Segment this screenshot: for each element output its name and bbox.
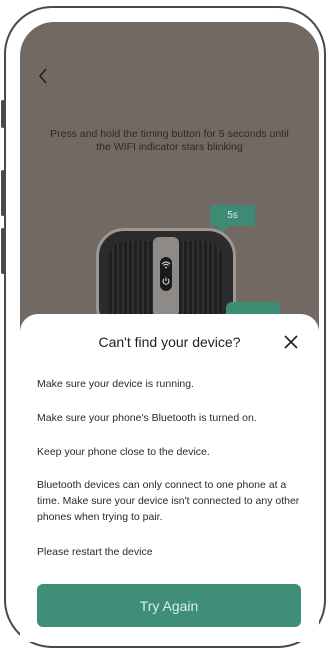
timer-badge: 5s [210, 205, 255, 226]
timing-button [160, 257, 172, 291]
side-button [1, 100, 5, 128]
tip-phone-close: Keep your phone close to the device. [37, 446, 210, 458]
side-button [1, 228, 5, 274]
side-button [1, 170, 5, 216]
tip-bluetooth-on: Make sure your phone's Bluetooth is turn… [37, 412, 257, 424]
cant-find-device-sheet: Can't find your device? Make sure your d… [20, 314, 319, 642]
try-again-button[interactable]: Try Again [37, 584, 301, 627]
pairing-instruction: Press and hold the timing button for 5 s… [50, 128, 289, 153]
device-illustration [96, 228, 236, 328]
sheet-title: Can't find your device? [98, 334, 241, 350]
tip-restart-device: Please restart the device [37, 546, 153, 558]
back-button[interactable] [38, 68, 52, 86]
chevron-left-icon [39, 68, 47, 84]
close-icon [284, 335, 298, 349]
tip-single-connection: Bluetooth devices can only connect to on… [37, 479, 300, 523]
wifi-icon [161, 261, 171, 269]
tip-device-running: Make sure your device is running. [37, 378, 194, 390]
close-button[interactable] [283, 334, 299, 350]
power-icon [162, 277, 170, 285]
